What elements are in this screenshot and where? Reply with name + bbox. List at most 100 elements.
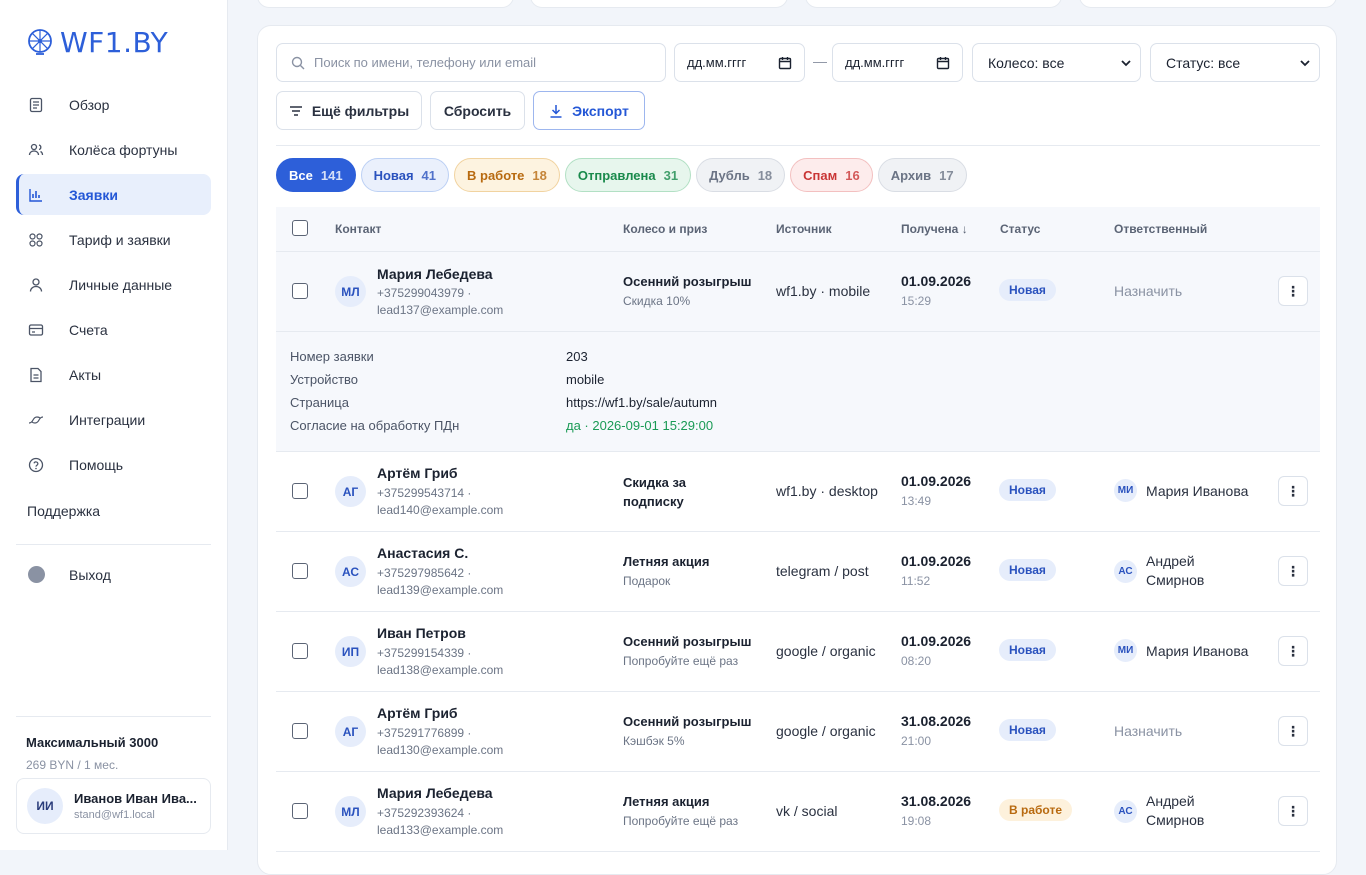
row-menu-button[interactable]: ⋮ (1278, 716, 1308, 746)
sidebar-item-leads[interactable]: Заявки (16, 174, 211, 215)
tab-archive[interactable]: Архив 17 (877, 158, 967, 192)
plug-icon (28, 412, 44, 428)
stat-card (805, 0, 1062, 8)
responsible[interactable]: МИ Мария Иванова (1114, 479, 1248, 502)
sidebar-item-acts[interactable]: Акты (16, 354, 211, 395)
logout-icon (28, 566, 45, 583)
reset-button[interactable]: Сбросить (430, 91, 525, 130)
avatar: АС (1114, 799, 1137, 823)
export-button[interactable]: Экспорт (533, 91, 645, 130)
row-checkbox[interactable] (292, 723, 308, 739)
table-row[interactable]: ИП Иван Петров +375299154339 · lead138@ex… (276, 612, 1320, 692)
sidebar-item-label: Интеграции (69, 411, 146, 428)
more-vertical-icon: ⋮ (1286, 722, 1300, 739)
responsible[interactable]: МИ Мария Иванова (1114, 639, 1248, 662)
search-input[interactable] (314, 55, 644, 70)
tab-new[interactable]: Новая 41 (360, 158, 449, 192)
row-menu-button[interactable]: ⋮ (1278, 556, 1308, 586)
sidebar-item-overview[interactable]: Обзор (16, 84, 211, 125)
date-from-field[interactable]: дд.мм.гггг (674, 43, 805, 82)
sidebar-item-support[interactable]: Поддержка (27, 503, 100, 519)
received-date: 31.08.2026 (901, 793, 972, 809)
detail-page-link[interactable]: https://wf1.by/sale/autumn (566, 395, 717, 410)
plan-info: Максимальный 3000 269 BYN / 1 мес. (26, 735, 158, 772)
tab-count: 141 (320, 167, 343, 183)
tab-all[interactable]: Все 141 (276, 158, 356, 192)
table-row[interactable]: АС Анастасия С. +375297985642 · lead139@e… (276, 532, 1320, 612)
row-checkbox[interactable] (292, 643, 308, 659)
tab-duplicate[interactable]: Дубль 18 (696, 158, 786, 192)
contact-name: Мария Лебедева (377, 785, 493, 801)
avatar: АГ (335, 476, 366, 507)
table-row[interactable]: МЛ Мария Лебедева +375299043979 · lead137… (276, 252, 1320, 332)
status-badge[interactable]: Новая (999, 639, 1056, 661)
status-badge[interactable]: В работе (999, 799, 1072, 821)
brand-logo[interactable]: WF1.BY (26, 24, 168, 60)
row-menu-button[interactable]: ⋮ (1278, 276, 1308, 306)
row-menu-button[interactable]: ⋮ (1278, 636, 1308, 666)
stat-card (1079, 0, 1337, 8)
responsible[interactable]: АС Андрей Смирнов (1114, 552, 1226, 590)
row-checkbox[interactable] (292, 483, 308, 499)
status-badge[interactable]: Новая (999, 279, 1056, 301)
avatar: АС (1114, 559, 1137, 583)
row-checkbox[interactable] (292, 283, 308, 299)
status-badge[interactable]: Новая (999, 559, 1056, 581)
column-header-source[interactable]: Источник (776, 222, 832, 236)
sidebar-item-profile[interactable]: Личные данные (16, 264, 211, 305)
row-checkbox[interactable] (292, 563, 308, 579)
sidebar-divider (16, 544, 211, 545)
status-select[interactable]: Статус: все (1150, 43, 1320, 82)
tab-sent[interactable]: Отправлена 31 (564, 158, 692, 192)
tab-label: Все (289, 167, 313, 183)
received-time: 13:49 (901, 494, 932, 508)
column-header-wheel[interactable]: Колесо и приз (623, 222, 707, 236)
contact-details: +375291776899 · lead130@example.com (377, 725, 503, 759)
status-badge[interactable]: Новая (999, 719, 1056, 741)
sidebar-item-invoices[interactable]: Счета (16, 309, 211, 350)
column-header-received[interactable]: Получена ↓ (901, 222, 968, 236)
search-icon (291, 56, 305, 69)
table-row[interactable]: МЛ Мария Лебедева +375292393624 · lead133… (276, 772, 1320, 852)
contact-email: lead138@example.com (377, 663, 504, 677)
search-field[interactable] (276, 43, 666, 82)
status-badge[interactable]: Новая (999, 479, 1056, 501)
sidebar-item-tariff[interactable]: Тариф и заявки (16, 219, 211, 260)
assign-link[interactable]: Назначить (1114, 723, 1182, 739)
tab-spam[interactable]: Спам 16 (790, 158, 873, 192)
tab-count: 18 (757, 167, 773, 183)
column-header-responsible[interactable]: Ответственный (1114, 222, 1207, 236)
wheel-select-value: Колесо: все (988, 54, 1065, 71)
more-filters-button[interactable]: Ещё фильтры (276, 91, 422, 130)
table-row[interactable]: АГ Артём Гриб +375299543714 · lead140@exa… (276, 452, 1320, 532)
logout-button[interactable]: Выход (28, 566, 111, 583)
tab-label: Новая (373, 167, 414, 183)
contact-name: Иван Петров (377, 625, 466, 641)
sidebar-item-integrations[interactable]: Интеграции (16, 399, 211, 440)
stat-cards-strip (257, 0, 1337, 8)
sidebar-item-help[interactable]: Помощь (16, 444, 211, 485)
sidebar-item-label: Акты (69, 366, 102, 383)
received-date: 01.09.2026 (901, 633, 972, 649)
select-all-checkbox[interactable] (292, 220, 308, 236)
row-menu-button[interactable]: ⋮ (1278, 796, 1308, 826)
bar-chart-icon (28, 187, 44, 203)
column-header-contact[interactable]: Контакт (335, 222, 381, 236)
responsible[interactable]: АС Андрей Смирнов (1114, 792, 1226, 830)
row-checkbox[interactable] (292, 803, 308, 819)
wheel-select[interactable]: Колесо: все (972, 43, 1141, 82)
date-to-field[interactable]: дд.мм.гггг (832, 43, 963, 82)
column-header-status[interactable]: Статус (1000, 222, 1040, 236)
user-card[interactable]: ИИ Иванов Иван Ива... stand@wf1.local (16, 778, 211, 834)
row-menu-button[interactable]: ⋮ (1278, 476, 1308, 506)
stat-card (530, 0, 788, 8)
status-select-value: Статус: все (1166, 54, 1241, 71)
responsible-name: Андрей Смирнов (1146, 793, 1205, 828)
assign-link[interactable]: Назначить (1114, 283, 1182, 299)
table-row[interactable]: АГ Артём Гриб +375291776899 · lead130@exa… (276, 692, 1320, 772)
contact-phone: +375292393624 · (377, 806, 472, 820)
grid-icon (28, 232, 44, 248)
sidebar-item-wheels[interactable]: Колёса фортуны (16, 129, 211, 170)
contact-name: Мария Лебедева (377, 266, 493, 282)
tab-in-progress[interactable]: В работе 18 (454, 158, 560, 192)
